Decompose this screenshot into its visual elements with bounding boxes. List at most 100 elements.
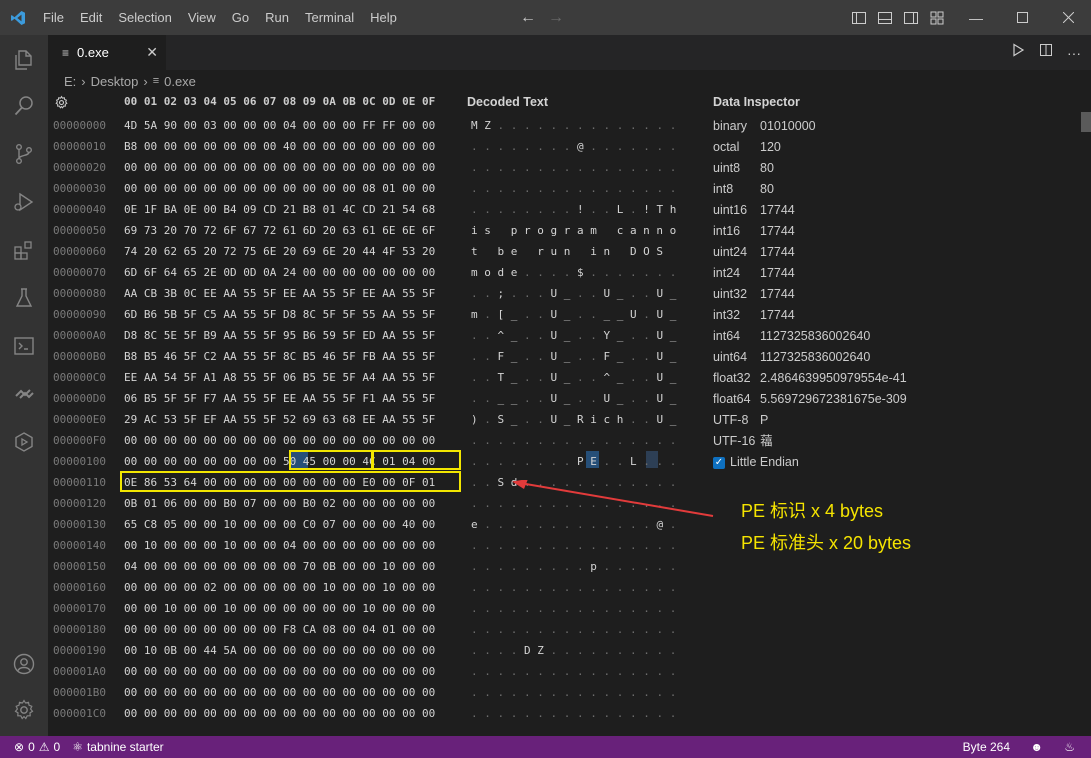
row-decoded-text[interactable]: . . F _ . . U _ . . F _ . . U _ xyxy=(471,346,676,367)
row-decoded-text[interactable]: . . _ _ . . U _ . . U _ . . U _ xyxy=(471,388,676,409)
row-hex-bytes[interactable]: 00 00 00 00 00 00 00 00 00 00 00 00 00 0… xyxy=(124,682,435,703)
row-decoded-text[interactable]: . . ; . . . U _ . . U _ . . U _ xyxy=(471,283,676,304)
terminal-icon[interactable] xyxy=(0,323,48,369)
menu-file[interactable]: File xyxy=(35,0,72,35)
row-decoded-text[interactable]: . . . . . . . . . . . . . . . . xyxy=(471,178,676,199)
row-decoded-text[interactable]: . . T _ . . U _ . . ^ _ . . U _ xyxy=(471,367,676,388)
account-icon[interactable] xyxy=(0,641,48,687)
problems-indicator[interactable]: ⊗ 0 ⚠ 0 xyxy=(0,740,66,754)
toggle-secondary-sidebar-icon[interactable] xyxy=(902,9,920,27)
row-decoded-text[interactable]: . . . . . . . . ! . . L . ! T h xyxy=(471,199,676,220)
customize-layout-icon[interactable] xyxy=(928,9,946,27)
row-hex-bytes[interactable]: AA CB 3B 0C EE AA 55 5F EE AA 55 5F EE A… xyxy=(124,283,435,304)
row-hex-bytes[interactable]: 65 C8 05 00 00 10 00 00 00 C0 07 00 00 0… xyxy=(124,514,435,535)
settings-gear-icon[interactable] xyxy=(0,687,48,733)
scrollbar-thumb[interactable] xyxy=(1081,112,1091,132)
forward-arrow-icon[interactable]: → xyxy=(548,9,564,27)
row-hex-bytes[interactable]: B8 00 00 00 00 00 00 00 40 00 00 00 00 0… xyxy=(124,136,435,157)
row-hex-bytes[interactable]: 00 00 00 00 00 00 00 00 00 00 00 00 08 0… xyxy=(124,178,435,199)
row-hex-bytes[interactable]: 00 00 00 00 00 00 00 00 F8 CA 08 00 04 0… xyxy=(124,619,435,640)
more-actions-icon[interactable]: ··· xyxy=(1067,45,1081,61)
inspector-key: octal xyxy=(713,140,740,154)
tabnine-status[interactable]: ⚛ tabnine starter xyxy=(66,740,169,754)
breadcrumb-file[interactable]: 0.exe xyxy=(164,74,196,89)
byte-offset[interactable]: Byte 264 xyxy=(957,740,1016,754)
checkbox-checked-icon[interactable]: ✓ xyxy=(713,456,725,469)
row-hex-bytes[interactable]: 00 00 00 00 00 00 00 00 00 00 00 00 00 0… xyxy=(124,661,435,682)
row-hex-bytes[interactable]: 00 00 00 00 00 00 00 00 00 00 00 00 00 0… xyxy=(124,430,435,451)
row-decoded-text[interactable]: . . . . . . . . . . . . . . . . xyxy=(471,535,676,556)
tabnine-icon[interactable] xyxy=(0,371,48,417)
row-hex-bytes[interactable]: EE AA 54 5F A1 A8 55 5F 06 B5 5E 5F A4 A… xyxy=(124,367,435,388)
run-icon[interactable] xyxy=(1011,43,1025,62)
row-hex-bytes[interactable]: 0B 01 06 00 00 B0 07 00 00 B0 02 00 00 0… xyxy=(124,493,435,514)
row-hex-bytes[interactable]: 74 20 62 65 20 72 75 6E 20 69 6E 20 44 4… xyxy=(124,241,435,262)
row-decoded-text[interactable]: . . . . . . . . P E . . L . . . xyxy=(471,451,676,472)
row-decoded-text[interactable]: . . . . . . . . . . . . . . . . xyxy=(471,703,676,724)
inspector-key: int32 xyxy=(713,308,741,322)
source-control-icon[interactable] xyxy=(0,131,48,177)
row-decoded-text[interactable]: m o d e . . . . $ . . . . . . . xyxy=(471,262,676,283)
toggle-primary-sidebar-icon[interactable] xyxy=(850,9,868,27)
little-endian-option[interactable]: ✓ Little Endian xyxy=(713,452,799,473)
menu-go[interactable]: Go xyxy=(224,0,257,35)
extensions-icon[interactable] xyxy=(0,227,48,273)
menu-edit[interactable]: Edit xyxy=(72,0,110,35)
row-decoded-text[interactable]: m . [ _ . . U _ . . _ _ U . U _ xyxy=(471,304,676,325)
row-hex-bytes[interactable]: 00 10 0B 00 44 5A 00 00 00 00 00 00 00 0… xyxy=(124,640,435,661)
maximize-button[interactable] xyxy=(999,0,1045,35)
row-decoded-text[interactable]: . . . . . . . . . . . . . . . . xyxy=(471,157,676,178)
notifications-bell-icon[interactable]: ♨ xyxy=(1058,740,1081,754)
settings-gear-icon[interactable] xyxy=(54,95,69,115)
row-hex-bytes[interactable]: 29 AC 53 5F EF AA 55 5F 52 69 63 68 EE A… xyxy=(124,409,435,430)
menu-run[interactable]: Run xyxy=(257,0,297,35)
row-hex-bytes[interactable]: B8 B5 46 5F C2 AA 55 5F 8C B5 46 5F FB A… xyxy=(124,346,435,367)
explorer-icon[interactable] xyxy=(0,37,48,83)
toggle-panel-icon[interactable] xyxy=(876,9,894,27)
menu-help[interactable]: Help xyxy=(362,0,405,35)
breadcrumb-folder[interactable]: Desktop xyxy=(91,74,139,89)
row-decoded-text[interactable]: ) . S _ . . U _ R i c h . . U _ xyxy=(471,409,676,430)
row-decoded-text[interactable]: . . . . D Z . . . . . . . . . . xyxy=(471,640,676,661)
remote-explorer-icon[interactable] xyxy=(0,419,48,465)
menu-selection[interactable]: Selection xyxy=(110,0,179,35)
row-decoded-text[interactable]: t b e r u n i n D O S xyxy=(471,241,676,262)
row-hex-bytes[interactable]: 00 10 00 00 00 10 00 00 04 00 00 00 00 0… xyxy=(124,535,435,556)
menu-view[interactable]: View xyxy=(180,0,224,35)
row-hex-bytes[interactable]: 00 00 00 00 00 00 00 00 00 00 00 00 00 0… xyxy=(124,703,435,724)
breadcrumb-drive[interactable]: E: xyxy=(64,74,76,89)
minimize-button[interactable]: — xyxy=(953,0,999,35)
row-hex-bytes[interactable]: 06 B5 5F 5F F7 AA 55 5F EE AA 55 5F F1 A… xyxy=(124,388,435,409)
row-hex-bytes[interactable]: 04 00 00 00 00 00 00 00 00 70 0B 00 00 1… xyxy=(124,556,435,577)
row-hex-bytes[interactable]: 69 73 20 70 72 6F 67 72 61 6D 20 63 61 6… xyxy=(124,220,435,241)
row-decoded-text[interactable]: . . . . . . . . . . . . . . . . xyxy=(471,619,676,640)
feedback-icon[interactable]: ☻ xyxy=(1024,740,1049,754)
row-hex-bytes[interactable]: D8 8C 5E 5F B9 AA 55 5F 95 B6 59 5F ED A… xyxy=(124,325,435,346)
testing-icon[interactable] xyxy=(0,275,48,321)
row-hex-bytes[interactable]: 00 00 00 00 00 00 00 00 00 00 00 00 00 0… xyxy=(124,157,435,178)
tab-0-exe[interactable]: ≡ 0.exe ✕ xyxy=(48,35,166,70)
row-hex-bytes[interactable]: 6D 6F 64 65 2E 0D 0D 0A 24 00 00 00 00 0… xyxy=(124,262,435,283)
close-button[interactable] xyxy=(1045,0,1091,35)
split-editor-icon[interactable] xyxy=(1039,43,1053,62)
run-debug-icon[interactable] xyxy=(0,179,48,225)
row-hex-bytes[interactable]: 00 00 00 00 02 00 00 00 00 00 10 00 00 1… xyxy=(124,577,435,598)
row-decoded-text[interactable]: . . . . . . . . . . . . . . . . xyxy=(471,577,676,598)
row-hex-bytes[interactable]: 6D B6 5B 5F C5 AA 55 5F D8 8C 5F 5F 55 A… xyxy=(124,304,435,325)
row-hex-bytes[interactable]: 4D 5A 90 00 03 00 00 00 04 00 00 00 FF F… xyxy=(124,115,435,136)
row-decoded-text[interactable]: . . . . . . . . . . . . . . . . xyxy=(471,598,676,619)
row-decoded-text[interactable]: . . ^ _ . . U _ . . Y _ . . U _ xyxy=(471,325,676,346)
row-decoded-text[interactable]: M Z . . . . . . . . . . . . . . xyxy=(471,115,676,136)
back-arrow-icon[interactable]: ← xyxy=(520,9,536,27)
close-tab-icon[interactable]: ✕ xyxy=(146,44,158,61)
row-decoded-text[interactable]: . . . . . . . . . . . . . . . . xyxy=(471,682,676,703)
row-decoded-text[interactable]: . . . . . . . . . . . . . . . . xyxy=(471,661,676,682)
row-decoded-text[interactable]: . . . . . . . . @ . . . . . . . xyxy=(471,136,676,157)
row-decoded-text[interactable]: . . . . . . . . . p . . . . . . xyxy=(471,556,676,577)
row-hex-bytes[interactable]: 0E 1F BA 0E 00 B4 09 CD 21 B8 01 4C CD 2… xyxy=(124,199,435,220)
row-decoded-text[interactable]: . . . . . . . . . . . . . . . . xyxy=(471,430,676,451)
search-icon[interactable] xyxy=(0,83,48,129)
row-hex-bytes[interactable]: 00 00 10 00 00 10 00 00 00 00 00 00 10 0… xyxy=(124,598,435,619)
menu-terminal[interactable]: Terminal xyxy=(297,0,362,35)
row-decoded-text[interactable]: i s p r o g r a m c a n n o xyxy=(471,220,676,241)
